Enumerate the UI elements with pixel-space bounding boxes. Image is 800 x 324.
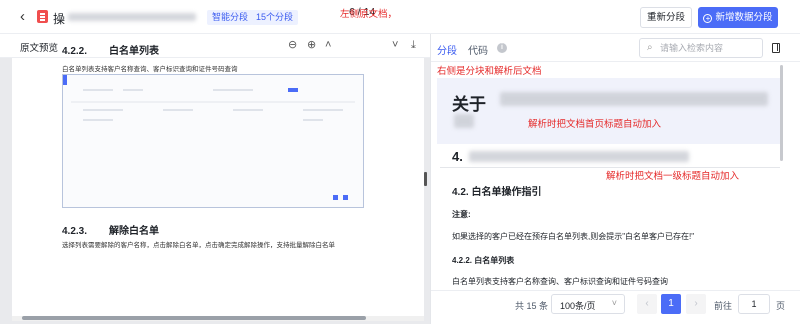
- back-arrow-icon[interactable]: ‹: [20, 9, 34, 25]
- page-size-select[interactable]: 100条/页 ˅: [551, 294, 625, 314]
- doc-heading-423-num: 4.2.3.: [62, 226, 88, 237]
- page-size-value: 100条/页: [560, 301, 596, 311]
- segment-count-tag: 15个分段: [251, 10, 299, 25]
- segments-scrollbar[interactable]: [780, 65, 783, 161]
- redacted-h1: [469, 151, 689, 162]
- current-page-button[interactable]: 1: [661, 294, 681, 314]
- chevron-down-icon: ˅: [611, 298, 617, 308]
- goto-label: 前往: [714, 301, 733, 311]
- annotation-right-top: 右侧是分块和解析后文档: [437, 66, 542, 77]
- top-header: ‹ 操 智能分段 15个分段 重新分段 + 新增数据分段: [0, 0, 800, 34]
- preview-horizontal-scroll-thumb[interactable]: [22, 316, 366, 320]
- panel-toggle-icon[interactable]: [772, 43, 780, 53]
- redacted-title-line-1: [500, 92, 768, 106]
- pane-divider: [430, 34, 431, 324]
- tab-segments[interactable]: 分段: [437, 42, 457, 57]
- zoom-out-icon[interactable]: ⊖: [288, 39, 297, 51]
- pdf-file-icon: [37, 10, 48, 23]
- chevron-down-icon[interactable]: ˅: [392, 39, 398, 51]
- doc-heading-422-num: 4.2.2.: [62, 46, 88, 57]
- preview-label: 原文预览: [20, 43, 59, 54]
- segment-paragraph-1: 如果选择的客户已经在预存白名单列表,则会提示"白名单客户已存在!": [452, 232, 695, 241]
- redacted-title-line-2: [454, 114, 474, 128]
- tab-code[interactable]: 代码: [468, 42, 488, 57]
- segment-paragraph-2: 白名单列表支持客户名称查询、客户标识查询和证件号码查询: [452, 277, 668, 286]
- next-page-button[interactable]: ›: [686, 294, 706, 314]
- pagination-total: 共 15 条: [515, 301, 549, 311]
- download-icon[interactable]: ⤓: [411, 39, 416, 51]
- resplit-button[interactable]: 重新分段: [640, 7, 692, 28]
- prev-page-button[interactable]: ‹: [637, 294, 657, 314]
- doc-heading-423: 4.2.3. 解除白名单: [62, 222, 159, 237]
- doc-paragraph-2: 选择列表需要解除的客户名称，点击解除白名单，点击确定完成解除操作，支持批量解除白…: [62, 242, 335, 249]
- info-icon[interactable]: i: [497, 43, 507, 53]
- add-segment-button[interactable]: + 新增数据分段: [698, 7, 778, 28]
- goto-unit: 页: [776, 301, 786, 311]
- segment-title-text: 关于: [452, 95, 486, 114]
- segment-title-chunk[interactable]: [437, 78, 780, 144]
- zoom-in-icon[interactable]: ⊕: [307, 39, 316, 51]
- segment-h1-text: 4.: [452, 149, 463, 164]
- search-icon: ⌕: [647, 42, 653, 53]
- doc-heading-422-text: 白名单列表: [109, 46, 160, 57]
- document-title: 操: [53, 12, 66, 26]
- doc-paragraph-1: 白名单列表支持客户名称查询、客户标识查询和证件号码查询: [62, 66, 238, 73]
- segment-note-label: 注意:: [452, 210, 471, 219]
- search-box[interactable]: ⌕: [639, 38, 763, 58]
- doc-heading-423-text: 解除白名单: [109, 226, 160, 237]
- doc-heading-422: 4.2.2. 白名单列表: [62, 42, 159, 57]
- goto-page-input[interactable]: [738, 294, 770, 314]
- annotation-h1-title: 解析时把文档一级标题自动加入: [606, 171, 740, 182]
- segment-heading-422: 4.2.2. 白名单列表: [452, 256, 515, 265]
- annotation-left: 左侧原文档，: [340, 9, 398, 20]
- search-input[interactable]: [660, 41, 760, 55]
- chevron-up-icon[interactable]: ˄: [325, 39, 331, 51]
- preview-vertical-scrollbar[interactable]: [424, 172, 427, 186]
- embedded-screenshot: [62, 74, 364, 208]
- segment-heading-42: 4.2. 白名单操作指引: [452, 187, 542, 198]
- annotation-first-title: 解析时把文档首页标题自动加入: [528, 119, 662, 130]
- add-segment-label: 新增数据分段: [715, 12, 773, 23]
- redacted-title: [68, 13, 196, 21]
- plus-circle-icon: +: [703, 14, 713, 23]
- split-mode-tag: 智能分段: [207, 10, 254, 25]
